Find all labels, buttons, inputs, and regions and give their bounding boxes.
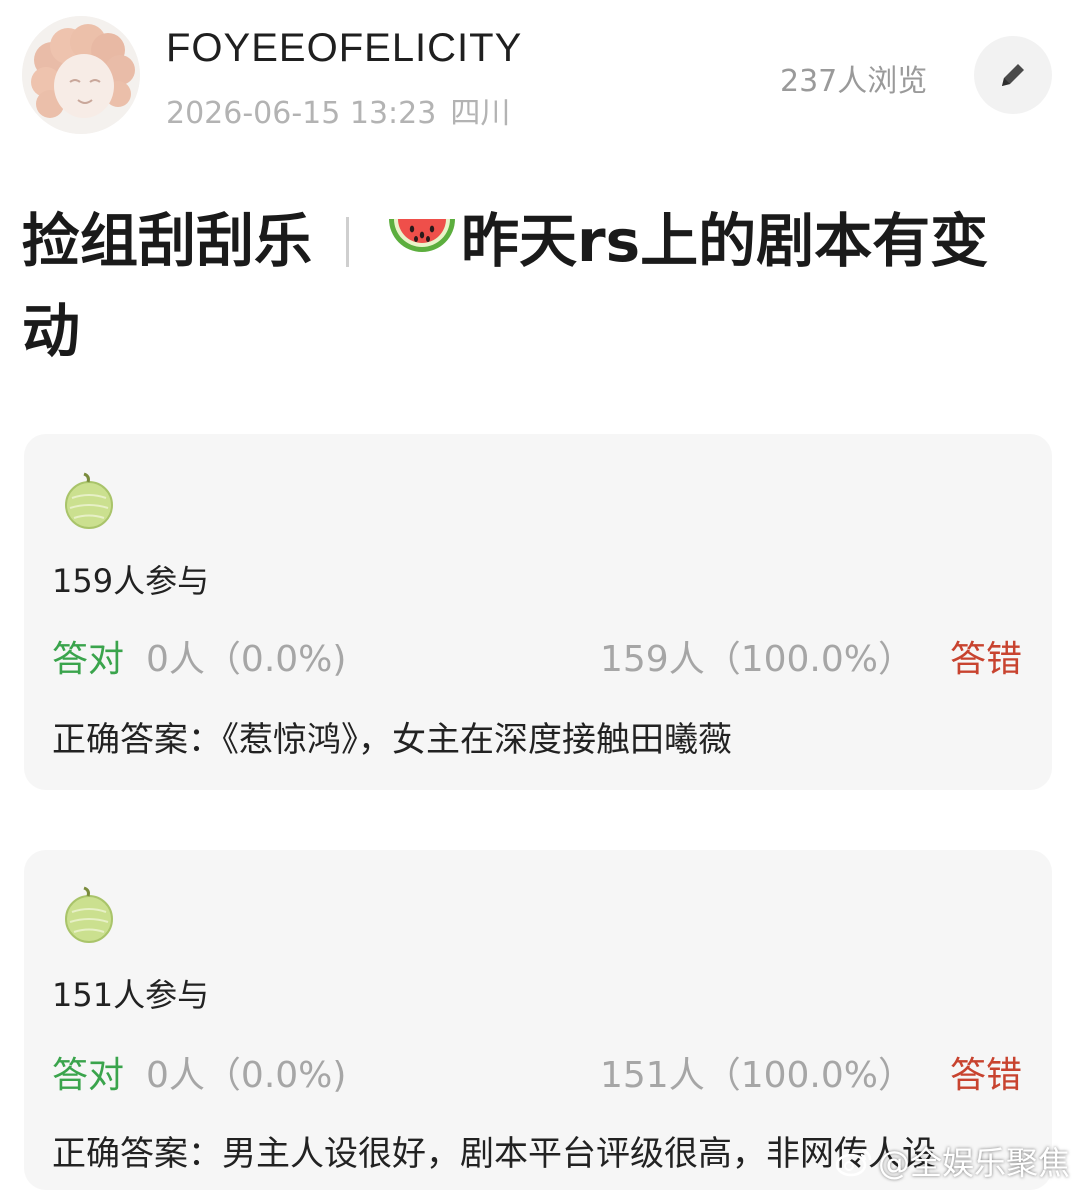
participant-count: 151人参与 [52, 976, 210, 1014]
post-location: 四川 [450, 96, 511, 131]
post-datetime: 2026-06-15 13:23 [166, 96, 437, 131]
username[interactable]: FOYEEOFELICITY [166, 26, 522, 71]
title-separator [346, 217, 350, 267]
post-title-part1: 捡组刮刮乐 [22, 207, 313, 275]
weibo-icon [835, 1148, 872, 1177]
correct-answer: 正确答案：《惹惊鸿》，女主在深度接触田曦薇 [52, 720, 732, 760]
avatar-illustration [22, 16, 140, 134]
correct-label: 答对 [52, 1055, 125, 1096]
correct-label: 答对 [52, 639, 125, 680]
wrong-stat: 159人（100.0%） [600, 639, 914, 680]
view-count: 237人浏览 [780, 64, 928, 99]
participant-count: 159人参与 [52, 562, 210, 600]
pencil-icon [1002, 64, 1024, 86]
wrong-label: 答错 [949, 639, 1022, 680]
correct-stat: 0人（0.0%) [146, 639, 347, 680]
watermelon-icon [389, 219, 456, 252]
watermark: @全娱乐聚焦 [834, 1138, 1070, 1184]
wrong-stat: 151人（100.0%） [600, 1055, 914, 1096]
edit-button[interactable] [974, 36, 1052, 114]
melon-icon [65, 886, 113, 943]
watermark-text: @全娱乐聚焦 [877, 1144, 1070, 1182]
correct-stat: 0人（0.0%) [146, 1055, 347, 1096]
quiz-card[interactable]: 159人参与 答对 0人（0.0%) 159人（100.0%） 答错 正确答案：《惹… [24, 434, 1052, 790]
quiz-result-row: 答对 0人（0.0%) 151人（100.0%） 答错 [52, 1046, 1022, 1098]
quiz-result-row: 答对 0人（0.0%) 159人（100.0%） 答错 [52, 630, 1022, 682]
avatar[interactable] [22, 16, 140, 134]
wrong-label: 答错 [949, 1055, 1022, 1096]
melon-icon [65, 472, 113, 529]
post-meta: 2026-06-15 13:23 四川 [166, 88, 510, 132]
post-title: 捡组刮刮乐 昨天rs上的剧本有变动 [22, 196, 1032, 376]
